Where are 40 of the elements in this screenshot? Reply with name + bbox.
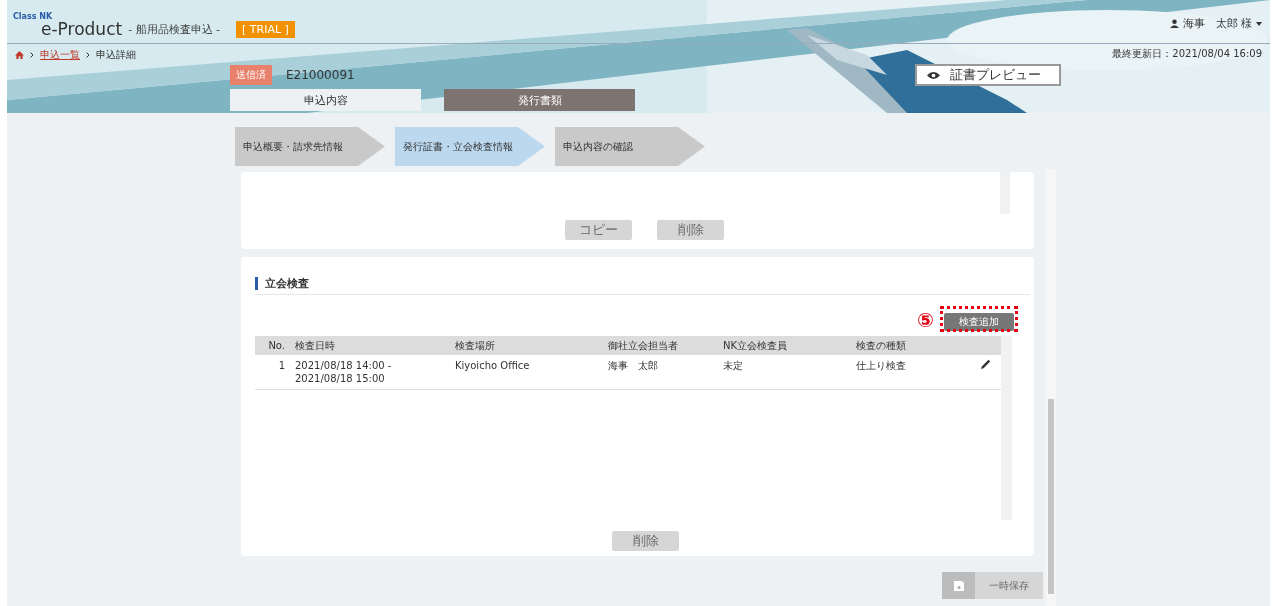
tab[interactable]: 申込内容 bbox=[230, 89, 421, 111]
breadcrumb-current: 申込詳細 bbox=[96, 47, 136, 62]
status-badge: 送信済 bbox=[230, 65, 272, 85]
edit-icon[interactable] bbox=[981, 359, 991, 369]
table-cell-text: 仕上り検査 bbox=[856, 359, 907, 373]
subtitle: - 船用品検査申込 - bbox=[128, 21, 221, 37]
column-header: No. bbox=[267, 340, 286, 351]
user-icon bbox=[1169, 19, 1179, 28]
eye-icon bbox=[926, 70, 940, 80]
last-updated: 最終更新日：2021/08/04 16:09 bbox=[1112, 47, 1262, 61]
chevron-icon bbox=[30, 51, 34, 58]
table-cell-text: Kiyoicho Office bbox=[455, 359, 531, 373]
callout-number: ⑤ bbox=[917, 308, 934, 332]
brand-label: Class NK bbox=[13, 12, 54, 21]
column-header: NK立会検査員 bbox=[723, 338, 789, 353]
chevron-icon bbox=[86, 51, 90, 58]
table-cell-text: 2021/08/18 14:00 - 2021/08/18 15:00 bbox=[295, 359, 393, 385]
scrollbar[interactable] bbox=[1046, 169, 1056, 606]
breadcrumb-link[interactable]: 申込一覧 bbox=[40, 47, 80, 62]
product-title: e-Product bbox=[41, 19, 123, 39]
application-number: E21000091 bbox=[286, 68, 355, 82]
tab[interactable]: 発行書類 bbox=[444, 89, 635, 111]
step-tab[interactable]: 申込内容の確認 bbox=[555, 127, 705, 166]
step-tab[interactable]: 申込概要・請求先情報 bbox=[235, 127, 385, 166]
save-icon bbox=[953, 580, 964, 591]
section-title: 立会検査 bbox=[255, 277, 309, 290]
column-header: 検査日時 bbox=[295, 338, 336, 353]
preview-button[interactable]: 証書プレビュー bbox=[914, 64, 1061, 86]
user-menu[interactable]: 海事 太郎 様 bbox=[1182, 16, 1252, 31]
caret-icon[interactable] bbox=[1256, 21, 1262, 26]
table-cell-text: 未定 bbox=[723, 359, 744, 373]
home-icon[interactable] bbox=[15, 50, 24, 59]
column-header: 御社立会担当者 bbox=[608, 338, 679, 353]
scrollbar[interactable] bbox=[1001, 336, 1012, 520]
column-header: 検査の種類 bbox=[856, 338, 907, 353]
table-cell-text: 海事 太郎 bbox=[608, 359, 659, 373]
add-inspection-button[interactable]: 検査追加 bbox=[944, 312, 1014, 331]
table-cell-text: 1 bbox=[277, 359, 286, 373]
column-header: 検査場所 bbox=[455, 338, 496, 353]
step-tab[interactable]: 発行証書・立会検査情報 bbox=[395, 127, 545, 166]
